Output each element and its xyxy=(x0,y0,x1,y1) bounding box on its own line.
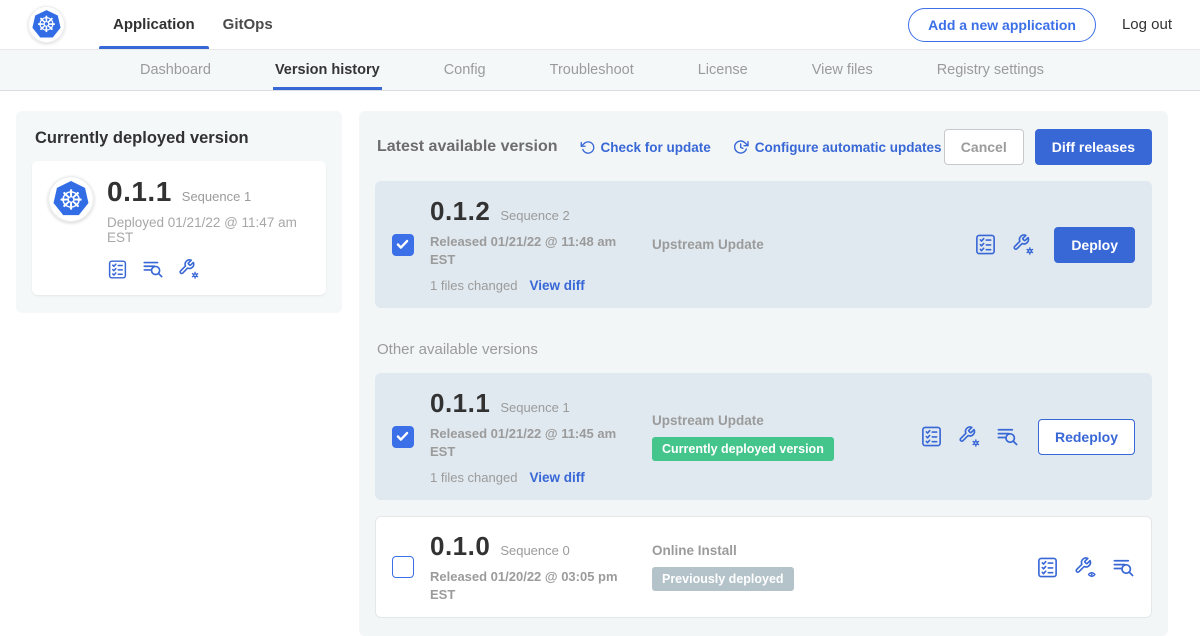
version-checkbox[interactable] xyxy=(392,234,414,256)
files-changed-label: 1 files changed xyxy=(430,470,517,485)
topnav-right: Add a new application Log out xyxy=(908,0,1172,49)
tab-application-label: Application xyxy=(113,16,195,33)
latest-available-title: Latest available version xyxy=(377,138,558,156)
sequence-label: Sequence 2 xyxy=(500,208,569,223)
version-card-0-1-0: 0.1.0 Sequence 0 Released 01/20/22 @ 03:… xyxy=(375,516,1152,618)
tab-gitops-label: GitOps xyxy=(223,16,273,33)
currently-deployed-title: Currently deployed version xyxy=(35,129,326,148)
version-checkbox[interactable] xyxy=(392,556,414,578)
deploy-logs-icon[interactable] xyxy=(1112,556,1135,579)
tab-application[interactable]: Application xyxy=(99,0,209,49)
version-card-0-1-2: 0.1.2 Sequence 2 Released 01/21/22 @ 11:… xyxy=(375,181,1152,308)
kubernetes-logo-icon xyxy=(28,6,65,43)
preflight-checks-icon[interactable] xyxy=(1036,556,1059,579)
top-nav: Application GitOps Add a new application… xyxy=(0,0,1200,50)
preflight-checks-icon[interactable] xyxy=(920,425,943,448)
other-versions-title: Other available versions xyxy=(377,341,1152,358)
subnav-tab-config[interactable]: Config xyxy=(444,50,486,90)
deployed-version-card: 0.1.1 Sequence 1 Deployed 01/21/22 @ 11:… xyxy=(32,161,326,295)
available-versions-panel: Latest available version Check for updat… xyxy=(359,111,1168,636)
subnav-tab-troubleshoot[interactable]: Troubleshoot xyxy=(550,50,634,90)
logout-button[interactable]: Log out xyxy=(1122,16,1172,33)
preflight-checks-icon[interactable] xyxy=(974,233,997,256)
checkmark-icon xyxy=(396,239,409,250)
released-timestamp: Released 01/21/22 @ 11:48 am EST xyxy=(430,233,620,268)
configure-updates-label: Configure automatic updates xyxy=(755,140,942,155)
version-card-0-1-1: 0.1.1 Sequence 1 Released 01/21/22 @ 11:… xyxy=(375,373,1152,500)
add-application-button[interactable]: Add a new application xyxy=(908,8,1096,42)
subnav-tab-registry-settings[interactable]: Registry settings xyxy=(937,50,1044,90)
cancel-button[interactable]: Cancel xyxy=(944,129,1024,165)
deploy-button[interactable]: Deploy xyxy=(1054,227,1135,263)
files-changed-label: 1 files changed xyxy=(430,278,517,293)
redeploy-button[interactable]: Redeploy xyxy=(1038,419,1135,455)
subnav-tab-license[interactable]: License xyxy=(698,50,748,90)
subnav-tab-view-files[interactable]: View files xyxy=(812,50,873,90)
deployed-timestamp: Deployed 01/21/22 @ 11:47 am EST xyxy=(107,215,310,245)
sequence-label: Sequence 0 xyxy=(500,543,569,558)
deployed-sequence-label: Sequence 1 xyxy=(182,189,251,204)
main-content: Currently deployed version 0.1.1 Sequenc… xyxy=(0,91,1200,636)
view-diff-link[interactable]: View diff xyxy=(529,470,584,485)
tab-gitops[interactable]: GitOps xyxy=(209,0,287,49)
version-source-label: Online Install xyxy=(652,543,920,558)
app-sub-nav: Dashboard Version history Config Trouble… xyxy=(0,50,1200,91)
config-icon[interactable] xyxy=(1012,233,1035,256)
version-number: 0.1.1 xyxy=(430,388,490,419)
released-timestamp: Released 01/21/22 @ 11:45 am EST xyxy=(430,425,620,460)
sequence-label: Sequence 1 xyxy=(500,400,569,415)
config-icon[interactable] xyxy=(178,258,200,280)
check-for-update-link[interactable]: Check for update xyxy=(580,140,711,155)
app-kubernetes-icon xyxy=(48,176,94,222)
refresh-icon xyxy=(580,140,595,155)
previously-deployed-badge: Previously deployed xyxy=(652,567,794,591)
version-number: 0.1.2 xyxy=(430,196,490,227)
auto-update-clock-icon xyxy=(733,139,749,155)
deployed-version-number: 0.1.1 xyxy=(107,176,172,208)
configure-automatic-updates-link[interactable]: Configure automatic updates xyxy=(733,139,942,155)
preflight-checks-icon[interactable] xyxy=(107,259,128,280)
version-source-label: Upstream Update xyxy=(652,413,920,428)
currently-deployed-badge: Currently deployed version xyxy=(652,437,834,461)
diff-releases-button[interactable]: Diff releases xyxy=(1035,129,1152,165)
version-number: 0.1.0 xyxy=(430,531,490,562)
released-timestamp: Released 01/20/22 @ 03:05 pm EST xyxy=(430,568,620,603)
config-view-icon[interactable] xyxy=(1074,556,1097,579)
config-icon[interactable] xyxy=(958,425,981,448)
deploy-logs-icon[interactable] xyxy=(142,258,164,280)
subnav-tab-dashboard[interactable]: Dashboard xyxy=(140,50,211,90)
subnav-tab-version-history[interactable]: Version history xyxy=(275,50,380,90)
version-source-label: Upstream Update xyxy=(652,237,920,252)
currently-deployed-panel: Currently deployed version 0.1.1 Sequenc… xyxy=(16,111,342,313)
check-for-update-label: Check for update xyxy=(601,140,711,155)
deploy-logs-icon[interactable] xyxy=(996,425,1019,448)
view-diff-link[interactable]: View diff xyxy=(529,278,584,293)
available-panel-header: Latest available version Check for updat… xyxy=(375,129,1152,165)
version-checkbox[interactable] xyxy=(392,426,414,448)
checkmark-icon xyxy=(396,431,409,442)
